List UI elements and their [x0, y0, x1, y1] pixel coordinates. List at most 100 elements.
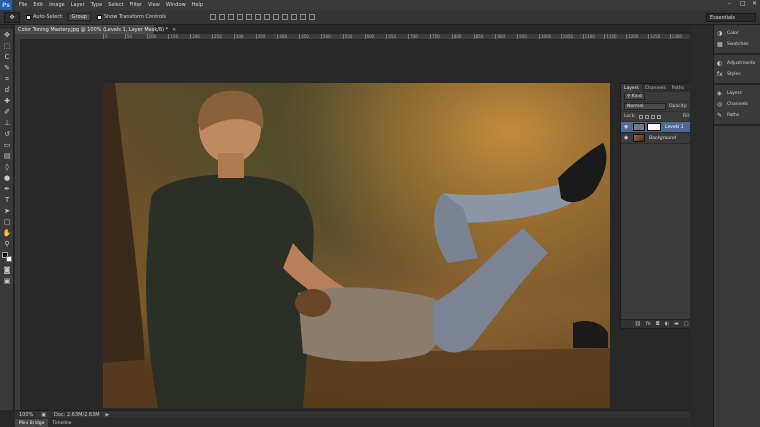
- hand-tool-icon[interactable]: ✋: [2, 228, 12, 238]
- fx-icon[interactable]: fx: [646, 321, 651, 327]
- tab-timeline[interactable]: Timeline: [48, 419, 75, 427]
- dock-styles[interactable]: fx Styles: [714, 69, 760, 80]
- status-arrow-icon[interactable]: ▶: [106, 412, 110, 418]
- align-bottom-icon[interactable]: [228, 14, 235, 20]
- align-left-icon[interactable]: [237, 14, 244, 20]
- lasso-tool-icon[interactable]: ᑕ: [2, 52, 12, 62]
- menu-select[interactable]: Select: [108, 2, 123, 8]
- dodge-tool-icon[interactable]: ●: [2, 173, 12, 183]
- tab-channels[interactable]: Channels: [642, 84, 669, 92]
- brush-tool-icon[interactable]: ✐: [2, 107, 12, 117]
- document-tab[interactable]: Color Toning Mastery.jpg @ 100% (Levels …: [15, 25, 176, 34]
- menu-file[interactable]: File: [19, 2, 27, 8]
- dock-label: Paths: [727, 113, 740, 118]
- crop-tool-icon[interactable]: ⌗: [2, 74, 12, 84]
- visibility-eye-icon[interactable]: ◉: [624, 135, 630, 141]
- auto-select-dropdown[interactable]: Group: [67, 13, 91, 21]
- align-middle-icon[interactable]: [219, 14, 226, 20]
- dock-paths[interactable]: ✎ Paths: [714, 110, 760, 121]
- dock-swatches[interactable]: ▦ Swatches: [714, 39, 760, 50]
- gradient-tool-icon[interactable]: ▤: [2, 151, 12, 161]
- horizontal-ruler[interactable]: 0 50 100 150 200 250 300 350 400 450 500 550 600 650 7…: [21, 34, 690, 40]
- blend-mode-dropdown[interactable]: Normal: [624, 103, 666, 110]
- dock-channels[interactable]: ◎ Channels: [714, 99, 760, 110]
- align-right-icon[interactable]: [255, 14, 262, 20]
- shape-tool-icon[interactable]: ▢: [2, 217, 12, 227]
- quick-select-tool-icon[interactable]: ✎: [2, 63, 12, 73]
- tools-grip[interactable]: [0, 25, 13, 29]
- lock-pixels-icon[interactable]: [644, 114, 649, 119]
- align-top-icon[interactable]: [210, 14, 217, 20]
- zoom-tool-icon[interactable]: ⚲: [2, 239, 12, 249]
- link-icon[interactable]: ⛓: [635, 321, 641, 327]
- pen-tool-icon[interactable]: ✒: [2, 184, 12, 194]
- tab-layers[interactable]: Layers: [621, 84, 642, 92]
- status-menu-icon[interactable]: ▣: [41, 412, 46, 418]
- minimize-icon[interactable]: –: [728, 1, 734, 7]
- folder-icon[interactable]: ▬: [674, 321, 679, 327]
- maximize-icon[interactable]: □: [740, 1, 746, 7]
- distribute-left-icon[interactable]: [291, 14, 298, 20]
- close-icon[interactable]: ✕: [752, 1, 758, 7]
- distribute-center-icon[interactable]: [300, 14, 307, 20]
- bottom-panel-tabs: Mini Bridge Timeline: [15, 419, 690, 427]
- screen-mode-icon[interactable]: ▣: [2, 276, 12, 286]
- swatches-icon: ▦: [717, 40, 723, 48]
- ruler-tick-label: 750: [430, 34, 440, 39]
- align-center-icon[interactable]: [246, 14, 253, 20]
- background-color-swatch[interactable]: [6, 256, 12, 262]
- mask-icon[interactable]: ◘: [656, 321, 660, 327]
- zoom-level[interactable]: 100%: [19, 412, 33, 418]
- distribute-bottom-icon[interactable]: [282, 14, 289, 20]
- photoshop-logo: Ps: [0, 0, 12, 10]
- dock-adjustments[interactable]: ◐ Adjustments: [714, 58, 760, 69]
- lock-position-icon[interactable]: [650, 114, 655, 119]
- adjustment-icon[interactable]: ◐: [665, 321, 669, 327]
- close-document-icon[interactable]: ×: [172, 27, 176, 33]
- distribute-right-icon[interactable]: [309, 14, 316, 20]
- marquee-tool-icon[interactable]: ⬚: [2, 41, 12, 51]
- clone-stamp-tool-icon[interactable]: ⊥: [2, 118, 12, 128]
- ruler-tick-label: 450: [299, 34, 309, 39]
- filter-kind-label: Kind: [631, 94, 642, 99]
- dock-layers[interactable]: ◈ Layers: [714, 88, 760, 99]
- color-swatches[interactable]: [2, 252, 12, 262]
- visibility-eye-icon[interactable]: ◉: [624, 124, 630, 130]
- menu-edit[interactable]: Edit: [33, 2, 43, 8]
- type-tool-icon[interactable]: T: [2, 195, 12, 205]
- eyedropper-tool-icon[interactable]: ɗ: [2, 85, 12, 95]
- path-selection-tool-icon[interactable]: ➤: [2, 206, 12, 216]
- ruler-tick-label: 700: [408, 34, 418, 39]
- filter-kind-dropdown[interactable]: ⚲ Kind: [624, 93, 645, 100]
- lock-all-icon[interactable]: [656, 114, 661, 119]
- tab-mini-bridge[interactable]: Mini Bridge: [15, 419, 49, 427]
- history-brush-tool-icon[interactable]: ↺: [2, 129, 12, 139]
- eraser-tool-icon[interactable]: ▭: [2, 140, 12, 150]
- blur-tool-icon[interactable]: ◊: [2, 162, 12, 172]
- quick-mask-icon[interactable]: ◙: [2, 265, 12, 275]
- menu-layer[interactable]: Layer: [71, 2, 85, 8]
- vertical-ruler[interactable]: [15, 40, 21, 410]
- move-tool-preset-icon[interactable]: ✥: [4, 11, 20, 23]
- auto-select-checkbox[interactable]: [26, 14, 31, 20]
- distribute-middle-icon[interactable]: [273, 14, 280, 20]
- transform-controls-checkbox[interactable]: [96, 14, 102, 20]
- new-layer-icon[interactable]: ▢: [684, 321, 689, 327]
- healing-brush-tool-icon[interactable]: ✚: [2, 96, 12, 106]
- ruler-tick-label: 900: [495, 34, 506, 39]
- mask-thumbnail[interactable]: [647, 123, 661, 131]
- lock-transparent-icon[interactable]: [638, 114, 643, 119]
- dock-color[interactable]: ◑ Color: [714, 28, 760, 39]
- menu-window[interactable]: Window: [166, 2, 186, 8]
- canvas-area[interactable]: [22, 41, 690, 410]
- distribute-top-icon[interactable]: [264, 14, 271, 20]
- menu-type[interactable]: Type: [91, 2, 102, 8]
- menu-view[interactable]: View: [148, 2, 160, 8]
- menu-filter[interactable]: Filter: [130, 2, 142, 8]
- menu-image[interactable]: Image: [49, 2, 65, 8]
- menu-help[interactable]: Help: [192, 2, 203, 8]
- tab-paths[interactable]: Paths: [669, 84, 687, 92]
- workspace-dropdown[interactable]: Essentials: [706, 13, 756, 22]
- document-image[interactable]: [103, 83, 610, 408]
- move-tool-icon[interactable]: ✥: [2, 30, 12, 40]
